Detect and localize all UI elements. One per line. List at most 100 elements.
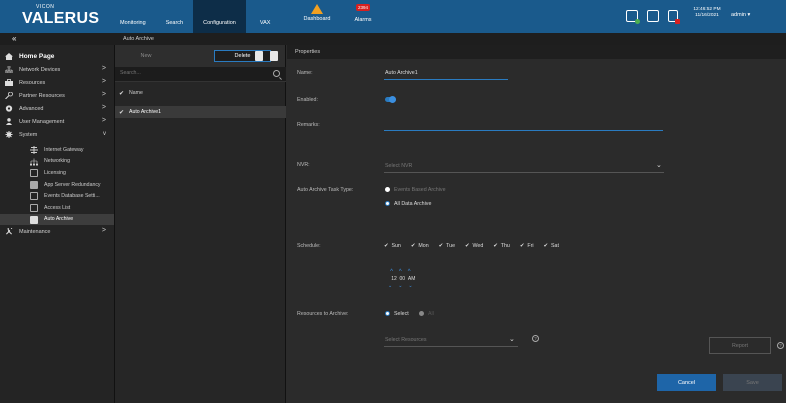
- sidebar-item-maintenance[interactable]: Maintenance >: [0, 225, 114, 238]
- list-toolbar: New Delete: [115, 45, 285, 67]
- enabled-toggle[interactable]: [385, 96, 396, 103]
- sidebar-subitem-licensing[interactable]: Licensing: [0, 167, 114, 179]
- chevron-down-icon[interactable]: ⌄: [656, 161, 662, 169]
- alarms-button[interactable]: 2394 Alarms: [348, 4, 378, 23]
- list-header[interactable]: ✔ Name: [115, 87, 286, 99]
- sidebar-subitem-networking[interactable]: Networking: [0, 156, 114, 168]
- chevron-down-icon: v: [103, 131, 106, 137]
- resources-select[interactable]: Select Resources: [385, 337, 427, 343]
- help-icon[interactable]: ?: [532, 335, 539, 342]
- alarms-count-badge: 2394: [355, 4, 370, 11]
- day-checkbox-tue[interactable]: ✔ Tue: [439, 243, 455, 249]
- sidebar-subitem-events-database[interactable]: Events Database Setti...: [0, 190, 114, 202]
- sidebar-item-label: Maintenance: [19, 228, 51, 235]
- search-input[interactable]: [120, 70, 260, 76]
- database-icon: [30, 192, 38, 201]
- breadcrumb: Auto Archive: [123, 36, 154, 42]
- sidebar-subitem-access-list[interactable]: Access List: [0, 202, 114, 214]
- sidebar-item-home[interactable]: Home Page: [0, 50, 114, 63]
- chevron-up-icon[interactable]: ^^^: [388, 269, 419, 275]
- day-checkbox-fri[interactable]: ✔ Fri: [520, 243, 534, 249]
- search-icon[interactable]: [273, 70, 280, 77]
- select-resources-radio[interactable]: [385, 311, 390, 316]
- export-icon[interactable]: [647, 10, 659, 22]
- export-file-icon[interactable]: [270, 51, 278, 61]
- new-button[interactable]: New: [122, 50, 170, 62]
- networking-icon: [30, 158, 38, 166]
- home-icon: [5, 53, 13, 60]
- user-menu[interactable]: admin ▾: [731, 12, 750, 18]
- sidebar-subitem-app-server-redundancy[interactable]: App Server Redundancy: [0, 179, 114, 191]
- sidebar-item-partner-resources[interactable]: Partner Resources >: [0, 89, 114, 102]
- sidebar-item-label: Events Database Setti...: [44, 193, 100, 200]
- sidebar-subitem-auto-archive[interactable]: Auto Archive: [0, 213, 114, 226]
- events-based-label: Events Based Archive: [394, 187, 446, 193]
- top-bar: VICON VALERUS Monitoring Search Configur…: [0, 0, 786, 33]
- monitor-status-icon[interactable]: [626, 10, 640, 24]
- clock: 12:46:52 PM 11/16/2021: [690, 7, 724, 19]
- search-bar: [115, 67, 286, 82]
- hour-value: 12: [391, 276, 397, 282]
- report-button[interactable]: Report: [709, 337, 771, 354]
- day-checkbox-mon[interactable]: ✔ Mon: [411, 243, 429, 249]
- day-checkbox-wed[interactable]: ✔ Wed: [465, 243, 483, 249]
- list-item-label: Auto Archive1: [129, 109, 162, 115]
- help-icon[interactable]: ?: [777, 342, 784, 349]
- nav-monitoring[interactable]: Monitoring: [110, 0, 156, 33]
- time-picker[interactable]: ^^^ 12 00 AM ⌄⌄⌄: [388, 269, 419, 289]
- cancel-button[interactable]: Cancel: [657, 374, 716, 391]
- chevron-right-icon: >: [101, 104, 106, 111]
- nav-configuration[interactable]: Configuration: [193, 0, 246, 33]
- sidebar-item-system[interactable]: System v: [0, 128, 114, 141]
- sidebar-subitem-internet-gateway[interactable]: Internet Gateway: [0, 144, 114, 156]
- sidebar-item-advanced[interactable]: Advanced >: [0, 102, 114, 115]
- chevron-right-icon: >: [101, 227, 106, 235]
- day-checkbox-thu[interactable]: ✔ Thu: [493, 243, 510, 249]
- dashboard-label: Dashboard: [303, 16, 331, 22]
- remarks-label: Remarks:: [297, 122, 320, 128]
- day-checkbox-sat[interactable]: ✔ Sat: [544, 243, 559, 249]
- list-item[interactable]: ✔ Auto Archive1: [115, 106, 286, 118]
- sidebar-item-network-devices[interactable]: Network Devices >: [0, 63, 114, 76]
- logo: VICON VALERUS: [22, 4, 102, 27]
- sidebar-item-label: App Server Redundancy: [44, 181, 101, 188]
- sidebar-item-label: Advanced: [19, 105, 44, 112]
- sidebar-item-label: Partner Resources: [19, 92, 65, 99]
- chevron-down-icon[interactable]: ⌄⌄⌄: [388, 283, 419, 289]
- chevron-down-icon: ▾: [747, 12, 751, 18]
- licensing-icon: [30, 169, 38, 178]
- import-icon[interactable]: [255, 51, 263, 61]
- bookmark-alert-icon[interactable]: [668, 10, 680, 24]
- advanced-icon: [5, 105, 13, 112]
- internet-gateway-icon: [30, 146, 38, 154]
- events-based-radio[interactable]: [385, 187, 390, 192]
- chevron-right-icon: >: [101, 91, 106, 98]
- all-radio-label: All: [428, 311, 434, 317]
- chevron-right-icon: >: [101, 78, 106, 85]
- nav-search[interactable]: Search: [156, 0, 193, 33]
- collapse-sidebar-icon[interactable]: «: [12, 34, 16, 43]
- alarms-label: Alarms: [354, 17, 372, 23]
- sidebar-item-resources[interactable]: Resources >: [0, 76, 114, 89]
- enabled-label: Enabled:: [297, 97, 318, 103]
- dashboard-button[interactable]: Dashboard: [287, 4, 347, 22]
- name-field[interactable]: Auto Archive1: [385, 70, 418, 76]
- remarks-field[interactable]: [384, 130, 663, 131]
- nav-vax[interactable]: VAX: [246, 0, 281, 33]
- breadcrumb-bar: « Auto Archive: [0, 33, 786, 45]
- name-field-underline: [384, 79, 508, 80]
- day-checkbox-sun[interactable]: ✔ Sun: [384, 243, 401, 249]
- nvr-select[interactable]: Select NVR: [385, 163, 412, 169]
- all-data-radio[interactable]: [385, 201, 390, 206]
- sidebar-item-label: Home Page: [19, 53, 55, 60]
- save-button[interactable]: Save: [723, 374, 782, 391]
- name-label: Name:: [297, 70, 313, 76]
- task-type-label: Auto Archive Task Type:: [297, 187, 354, 193]
- all-resources-radio[interactable]: [419, 311, 424, 316]
- properties-panel: Properties Name: Auto Archive1 Enabled: …: [287, 45, 786, 403]
- main-nav: Monitoring Search Configuration VAX: [110, 0, 280, 33]
- resources-icon: [5, 79, 13, 86]
- chevron-down-icon[interactable]: ⌄: [509, 335, 515, 343]
- sidebar-item-user-management[interactable]: User Management >: [0, 115, 114, 128]
- sidebar: Home Page Network Devices > Resources > …: [0, 45, 115, 403]
